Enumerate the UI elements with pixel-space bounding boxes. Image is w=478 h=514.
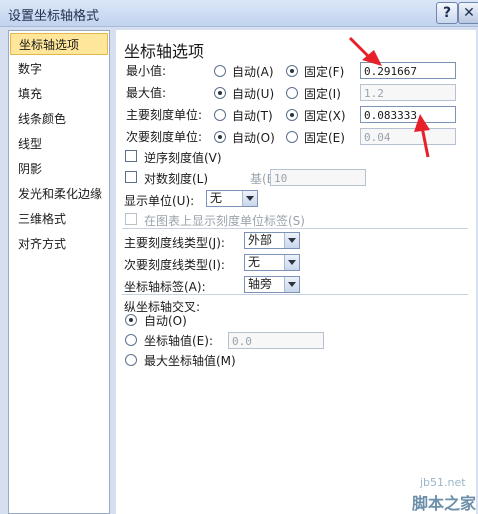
red-arrow-min — [348, 36, 382, 66]
red-arrow-major-unit — [414, 114, 430, 158]
annotation-arrows — [348, 36, 430, 158]
